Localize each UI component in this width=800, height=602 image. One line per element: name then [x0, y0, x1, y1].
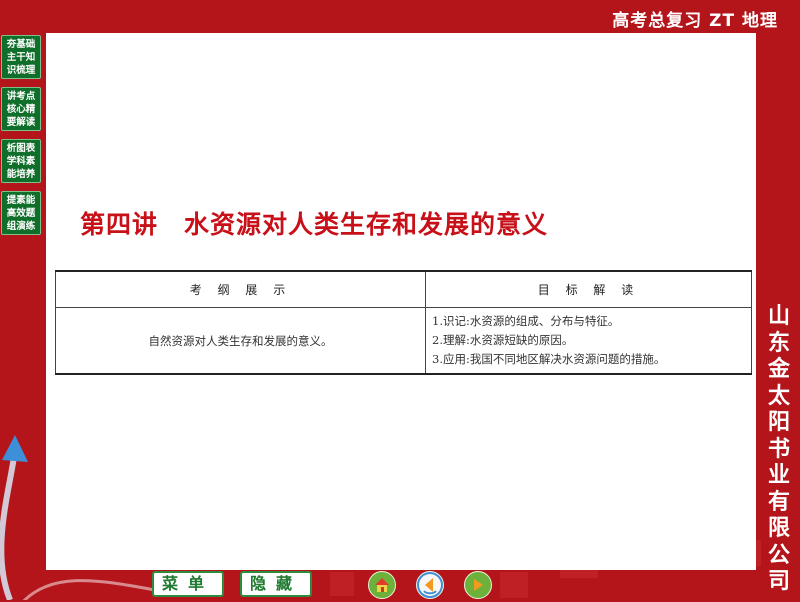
menu-button[interactable]: 菜单	[152, 571, 224, 597]
publisher-char: 业	[767, 462, 790, 488]
decor-square	[500, 572, 528, 598]
goal-item: 3.应用:我国不同地区解决水资源问题的措施。	[432, 352, 666, 366]
outline-cell: 自然资源对人类生存和发展的意义。	[55, 307, 426, 375]
nav-label-line: 要解读	[6, 117, 36, 128]
nav-label-line: 讲考点	[6, 91, 36, 102]
left-nav: 夯基础 主干知 识梳理 讲考点 核心精 要解读 析图表 学科素 能培养 提素能 …	[1, 35, 43, 243]
syllabus-table: 考 纲 展 示 目 标 解 读 自然资源对人类生存和发展的意义。 1.识记:水资…	[55, 270, 752, 375]
publisher-name: 山 东 金 太 阳 书 业 有 限 公 司	[764, 303, 794, 595]
publisher-char: 东	[767, 329, 790, 356]
publisher-char: 有	[767, 488, 790, 515]
publisher-char: 山	[767, 303, 790, 329]
table-row: 自然资源对人类生存和发展的意义。 1.识记:水资源的组成、分布与特征。 2.理解…	[55, 307, 752, 375]
goal-item: 1.识记:水资源的组成、分布与特征。	[432, 314, 620, 328]
publisher-char: 金	[767, 356, 790, 382]
nav-button-key-points[interactable]: 讲考点 核心精 要解读	[1, 87, 41, 131]
forward-button[interactable]	[464, 571, 492, 599]
nav-label-line: 核心精	[6, 104, 36, 115]
home-button[interactable]	[368, 571, 396, 599]
nav-label-line: 能培养	[6, 169, 36, 180]
nav-label-line: 高效题	[6, 208, 36, 219]
lesson-title: 第四讲 水资源对人类生存和发展的意义	[80, 210, 549, 239]
course-title: 高考总复习 ZT 地理	[612, 11, 778, 31]
decor-square	[330, 572, 354, 596]
nav-button-basics[interactable]: 夯基础 主干知 识梳理	[1, 35, 41, 79]
home-icon	[371, 574, 393, 596]
table-header-row: 考 纲 展 示 目 标 解 读	[55, 270, 752, 308]
nav-button-practice[interactable]: 提素能 高效题 组演练	[1, 191, 41, 235]
publisher-char: 阳	[767, 409, 790, 435]
hide-button[interactable]: 隐藏	[240, 571, 312, 597]
back-button[interactable]	[416, 571, 444, 599]
nav-label-line: 识梳理	[6, 65, 36, 76]
table-header-outline: 考 纲 展 示	[55, 270, 426, 308]
publisher-char: 书	[767, 435, 790, 462]
nav-label-line: 学科素	[6, 156, 36, 167]
goal-item: 2.理解:水资源短缺的原因。	[432, 333, 574, 347]
publisher-char: 司	[767, 568, 790, 594]
nav-label-line: 提素能	[6, 195, 36, 206]
nav-label-line: 主干知	[6, 52, 36, 63]
forward-icon	[467, 574, 489, 596]
table-header-goals: 目 标 解 读	[425, 270, 752, 308]
nav-label-line: 组演练	[6, 221, 36, 232]
nav-label-line: 夯基础	[6, 39, 36, 50]
goals-cell: 1.识记:水资源的组成、分布与特征。 2.理解:水资源短缺的原因。 3.应用:我…	[425, 307, 752, 375]
nav-label-line: 析图表	[6, 143, 36, 154]
publisher-char: 太	[767, 382, 790, 409]
publisher-char: 公	[767, 541, 790, 568]
nav-button-charts[interactable]: 析图表 学科素 能培养	[1, 139, 41, 183]
back-icon	[419, 574, 441, 596]
publisher-char: 限	[767, 515, 790, 541]
